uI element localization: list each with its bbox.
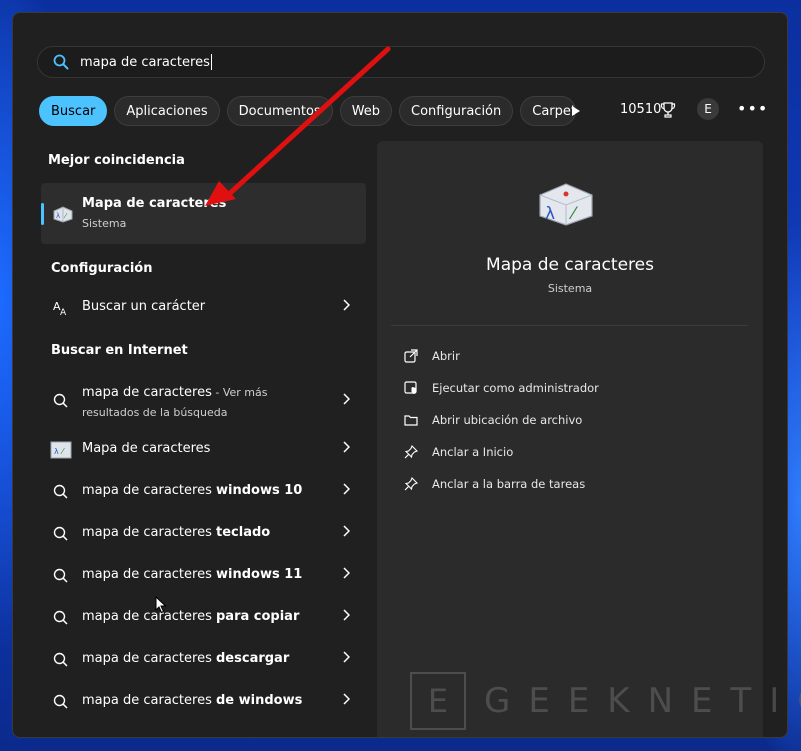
search-input[interactable]: mapa de caracteres: [80, 54, 212, 70]
web-search-heading: Buscar en Internet: [51, 343, 188, 358]
chevron-right-icon: [342, 393, 351, 409]
web-item-label: Mapa de caracteres: [82, 441, 211, 456]
web-item-label: mapa de caracteres para copiar: [82, 609, 300, 624]
charmap-app-icon: λ ⁄: [536, 181, 596, 231]
action-label: Anclar a Inicio: [432, 445, 514, 459]
web-item[interactable]: mapa de caracteres para copiar: [41, 597, 366, 639]
action-run-as-admin[interactable]: Ejecutar como administrador: [403, 377, 599, 399]
filter-web[interactable]: Web: [339, 96, 393, 126]
filter-buscar[interactable]: Buscar: [39, 96, 108, 126]
watermark-text: GEEKNETIC: [484, 681, 801, 721]
search-icon: [52, 483, 70, 501]
divider: [391, 325, 748, 326]
scroll-filters-icon[interactable]: [571, 103, 583, 119]
folder-icon: [403, 412, 419, 428]
watermark-box: E: [410, 672, 466, 730]
svg-text:A: A: [60, 308, 67, 317]
chevron-right-icon: [342, 299, 351, 315]
best-match-heading: Mejor coincidencia: [48, 153, 185, 168]
start-search-panel: mapa de caracteres Buscar Aplicaciones D…: [12, 12, 788, 738]
mouse-cursor-icon: [155, 595, 167, 618]
shield-admin-icon: [403, 380, 419, 396]
search-icon: [52, 693, 70, 711]
chevron-right-icon: [342, 693, 351, 709]
web-item[interactable]: mapa de caracteres de windows: [41, 681, 366, 723]
best-match-title: Mapa de caracteres: [82, 196, 227, 211]
search-icon: [52, 53, 70, 71]
search-icon: [52, 609, 70, 627]
web-item-label: mapa de caracteres - Ver más resultados …: [82, 385, 268, 419]
chevron-right-icon: [342, 609, 351, 625]
web-item-label: mapa de caracteres descargar: [82, 651, 290, 666]
svg-text:λ: λ: [54, 447, 59, 456]
open-external-icon: [403, 348, 419, 364]
search-icon: [52, 567, 70, 585]
action-pin-start[interactable]: Anclar a Inicio: [403, 441, 513, 463]
chevron-right-icon: [342, 567, 351, 583]
best-match-subtitle: Sistema: [82, 217, 127, 230]
web-item[interactable]: mapa de caracteres windows 10: [41, 471, 366, 513]
detail-title: Mapa de caracteres: [486, 255, 654, 275]
web-item-label: mapa de caracteres windows 11: [82, 567, 303, 582]
web-item-label: mapa de caracteres teclado: [82, 525, 271, 540]
chevron-right-icon: [342, 483, 351, 499]
pin-icon: [403, 476, 419, 492]
action-label: Abrir ubicación de archivo: [432, 413, 583, 427]
web-item[interactable]: mapa de caracteres windows 11: [41, 555, 366, 597]
search-box[interactable]: mapa de caracteres: [37, 46, 765, 78]
pin-icon: [403, 444, 419, 460]
action-label: Abrir: [432, 349, 460, 363]
action-label: Ejecutar como administrador: [432, 381, 599, 395]
chevron-right-icon: [342, 651, 351, 667]
web-item[interactable]: mapa de caracteres descargar: [41, 639, 366, 681]
web-item[interactable]: mapa de caracteres teclado: [41, 513, 366, 555]
settings-heading: Configuración: [51, 261, 153, 276]
charmap-app-icon: λ ⁄: [52, 205, 74, 227]
settings-item-label: Buscar un carácter: [82, 299, 206, 314]
watermark-logo: E GEEKNETIC: [410, 672, 801, 730]
font-size-icon: AA: [52, 299, 70, 317]
detail-panel: λ ⁄ Mapa de caracteres Sistema Abrir Ejec…: [377, 141, 763, 737]
detail-subtitle: Sistema: [547, 282, 593, 295]
filter-aplicaciones[interactable]: Aplicaciones: [114, 96, 220, 126]
action-abrir[interactable]: Abrir: [403, 345, 460, 367]
avatar[interactable]: E: [697, 98, 719, 120]
action-pin-taskbar[interactable]: Anclar a la barra de tareas: [403, 473, 585, 495]
svg-text:λ: λ: [56, 212, 60, 220]
trophy-icon[interactable]: [660, 101, 676, 123]
rewards-points[interactable]: 10510: [620, 102, 661, 117]
web-item[interactable]: mapa de caracteres - Ver más resultados …: [41, 379, 366, 423]
web-item-label: mapa de caracteres de windows: [82, 693, 303, 708]
action-open-location[interactable]: Abrir ubicación de archivo: [403, 409, 582, 431]
filter-carpetas[interactable]: Carpetas: [520, 96, 577, 126]
selection-indicator: [41, 203, 44, 225]
best-match-item[interactable]: λ ⁄ Mapa de caracteres Sistema: [41, 183, 366, 244]
web-item[interactable]: λ ⁄ Mapa de caracteres: [41, 429, 366, 471]
svg-text:λ: λ: [545, 204, 555, 224]
settings-item-buscar-caracter[interactable]: AA Buscar un carácter: [41, 287, 366, 329]
search-icon: [52, 392, 70, 410]
more-options-icon[interactable]: •••: [737, 99, 768, 118]
search-icon: [52, 651, 70, 669]
chevron-right-icon: [342, 525, 351, 541]
filter-bar: Buscar Aplicaciones Documentos Web Confi…: [39, 95, 583, 127]
search-icon: [52, 525, 70, 543]
filter-documentos[interactable]: Documentos: [226, 96, 333, 126]
charmap-app-icon: λ ⁄: [50, 441, 72, 459]
chevron-right-icon: [342, 441, 351, 457]
filter-configuracion[interactable]: Configuración: [399, 96, 514, 126]
web-item-label: mapa de caracteres windows 10: [82, 483, 303, 498]
action-label: Anclar a la barra de tareas: [432, 477, 586, 491]
